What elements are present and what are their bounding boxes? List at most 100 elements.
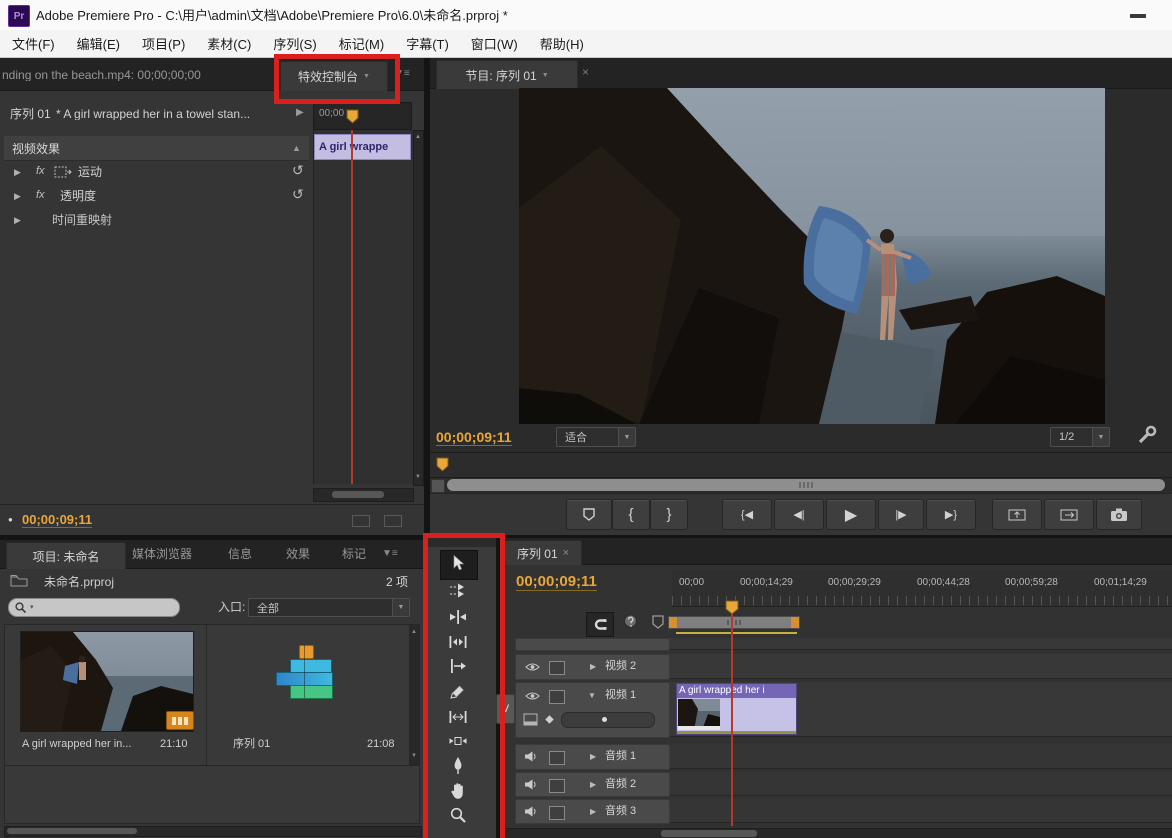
play-button[interactable]: ▶ bbox=[826, 499, 876, 530]
ec-mini-timeline[interactable]: A girl wrappe bbox=[313, 130, 413, 484]
search-caret-icon[interactable]: ▾ bbox=[30, 604, 34, 611]
ec-toggle-icon[interactable] bbox=[352, 515, 370, 527]
track-expand-icon[interactable]: ▶ bbox=[590, 808, 596, 816]
program-zoom-bar[interactable] bbox=[447, 479, 1165, 491]
scroll-down-icon[interactable]: ▼ bbox=[411, 753, 417, 759]
video1-target-badge[interactable]: V bbox=[496, 694, 515, 724]
media-browser-tab[interactable]: 媒体浏览器 bbox=[132, 548, 192, 560]
track-header-audio2[interactable]: ▶ 音频 2 bbox=[515, 772, 670, 797]
program-timecode[interactable]: 00;00;09;11 bbox=[436, 430, 512, 446]
track-lock-toggle[interactable] bbox=[549, 779, 565, 793]
speaker-icon[interactable] bbox=[524, 779, 537, 790]
work-area-start-handle[interactable] bbox=[669, 617, 677, 628]
rolling-edit-tool-icon[interactable] bbox=[448, 633, 468, 651]
ec-section-video-effects[interactable]: 视频效果 ▲ bbox=[4, 136, 309, 161]
panel-menu-icon[interactable]: ▼≡ bbox=[382, 549, 398, 559]
timeline-hscrollbar[interactable] bbox=[500, 828, 1172, 838]
ec-mini-ruler[interactable]: 00;00 bbox=[313, 102, 412, 130]
scroll-down-icon[interactable]: ▼ bbox=[415, 474, 421, 480]
track-output-eye-icon[interactable] bbox=[525, 691, 540, 701]
mark-in-button[interactable]: { bbox=[612, 499, 650, 530]
menu-help[interactable]: 帮助(H) bbox=[540, 34, 584, 53]
timeline-tab[interactable]: 序列 01 × bbox=[504, 540, 582, 565]
step-forward-button[interactable]: |▶ bbox=[878, 499, 924, 530]
menu-marker[interactable]: 标记(M) bbox=[339, 34, 385, 53]
encore-marker-icon[interactable] bbox=[622, 613, 639, 633]
ec-keyframe-nav-icon[interactable] bbox=[384, 515, 402, 527]
menu-file[interactable]: 文件(F) bbox=[12, 34, 55, 53]
ec-effect-row-opacity[interactable]: ▶ fx 透明度 ↺ bbox=[4, 184, 309, 208]
mark-out-button[interactable]: } bbox=[650, 499, 688, 530]
step-back-button[interactable]: ◀| bbox=[774, 499, 824, 530]
track-lane-audio2[interactable] bbox=[670, 772, 1172, 796]
hand-tool-icon[interactable] bbox=[448, 781, 468, 801]
program-scrub-bar[interactable] bbox=[430, 452, 1172, 478]
info-tab[interactable]: 信息 bbox=[228, 548, 252, 560]
scroll-up-icon[interactable]: ▲ bbox=[415, 134, 421, 140]
items-vscrollbar[interactable]: ▲ ▼ bbox=[409, 625, 420, 765]
tab-close-icon[interactable]: × bbox=[563, 547, 569, 559]
menu-window[interactable]: 窗口(W) bbox=[471, 34, 518, 53]
track-header-video1[interactable]: ▼ 视频 1 bbox=[515, 682, 670, 738]
speaker-icon[interactable] bbox=[524, 806, 537, 817]
program-video-frame[interactable] bbox=[519, 88, 1105, 424]
ec-playhead-line[interactable] bbox=[351, 130, 353, 484]
menu-sequence[interactable]: 序列(S) bbox=[273, 34, 316, 53]
expand-icon[interactable]: ▶ bbox=[14, 168, 21, 177]
playback-resolution-dropdown[interactable]: 1/2 ▼ bbox=[1050, 427, 1110, 447]
ec-effect-row-motion[interactable]: ▶ fx 运动 ↺ bbox=[4, 160, 309, 184]
add-marker-button[interactable] bbox=[566, 499, 612, 530]
expand-icon[interactable]: ▶ bbox=[14, 192, 21, 201]
track-header-video3-partial[interactable] bbox=[515, 638, 670, 651]
track-expand-icon[interactable]: ▶ bbox=[590, 781, 596, 789]
slip-tool-icon[interactable] bbox=[448, 708, 468, 726]
goto-in-button[interactable]: {◀ bbox=[722, 499, 772, 530]
menu-edit[interactable]: 编辑(E) bbox=[77, 34, 120, 53]
speaker-icon[interactable] bbox=[524, 751, 537, 762]
ripple-edit-tool-icon[interactable] bbox=[448, 608, 468, 626]
project-hscrollbar[interactable] bbox=[4, 826, 422, 837]
ec-collapse-icon[interactable]: ▲ bbox=[292, 144, 301, 153]
effects-tab[interactable]: 效果 bbox=[286, 548, 310, 560]
tab-close-icon[interactable]: × bbox=[582, 66, 589, 78]
timeline-hscroll-thumb[interactable] bbox=[661, 830, 757, 837]
track-select-tool-icon[interactable] bbox=[448, 582, 468, 600]
program-zoom-handle[interactable] bbox=[431, 479, 445, 493]
program-playhead-icon[interactable] bbox=[436, 457, 449, 472]
ec-current-timecode[interactable]: 00;00;09;11 bbox=[22, 513, 92, 528]
project-item-sequence[interactable]: 序列 01 21:08 bbox=[207, 625, 409, 765]
effect-controls-tab[interactable]: 特效控制台 ▼ bbox=[280, 61, 388, 91]
ec-expand-icon[interactable]: ▶ bbox=[296, 108, 304, 118]
track-lock-toggle[interactable] bbox=[549, 751, 565, 765]
ec-hscroll-thumb[interactable] bbox=[332, 491, 384, 498]
track-expand-icon[interactable]: ▶ bbox=[590, 753, 596, 761]
ec-hscrollbar[interactable] bbox=[313, 488, 414, 502]
source-monitor-tab[interactable]: nding on the beach.mp4: 00;00;00;00 bbox=[2, 69, 201, 81]
track-header-audio1[interactable]: ▶ 音频 1 bbox=[515, 744, 670, 770]
set-marker-icon[interactable] bbox=[652, 615, 664, 629]
filter-dropdown[interactable]: 全部 ▼ bbox=[248, 598, 410, 617]
ec-effect-row-time-remapping[interactable]: ▶ 时间重映射 bbox=[4, 208, 309, 232]
timeline-clip[interactable]: A girl wrapped her i bbox=[676, 683, 797, 735]
menu-clip[interactable]: 素材(C) bbox=[207, 34, 251, 53]
keyframe-icon[interactable] bbox=[544, 714, 555, 725]
razor-tool-icon[interactable] bbox=[449, 682, 467, 700]
lift-button[interactable] bbox=[992, 499, 1042, 530]
timeline-playhead-icon[interactable] bbox=[725, 600, 739, 615]
rate-stretch-tool-icon[interactable] bbox=[448, 657, 468, 675]
track-lane-video2[interactable] bbox=[670, 654, 1172, 679]
track-lock-toggle[interactable] bbox=[549, 806, 565, 820]
project-tab[interactable]: 项目: 未命名 bbox=[6, 542, 126, 569]
program-tab[interactable]: 节目: 序列 01 ▼ bbox=[436, 60, 578, 89]
extract-button[interactable] bbox=[1044, 499, 1094, 530]
reset-icon[interactable]: ↺ bbox=[292, 163, 304, 177]
track-expand-icon[interactable]: ▶ bbox=[590, 663, 596, 671]
zoom-tool-icon[interactable] bbox=[449, 806, 467, 824]
track-output-eye-icon[interactable] bbox=[525, 662, 540, 672]
panel-menu-icon[interactable]: ▼≡ bbox=[394, 69, 410, 79]
track-lane-video1[interactable]: A girl wrapped her i bbox=[670, 682, 1172, 737]
zoom-level-dropdown[interactable]: 适合 ▼ bbox=[556, 427, 636, 447]
work-area-end-handle[interactable] bbox=[791, 617, 799, 628]
ec-playhead-marker-icon[interactable] bbox=[346, 109, 359, 124]
track-collapse-icon[interactable]: ▼ bbox=[588, 692, 596, 700]
